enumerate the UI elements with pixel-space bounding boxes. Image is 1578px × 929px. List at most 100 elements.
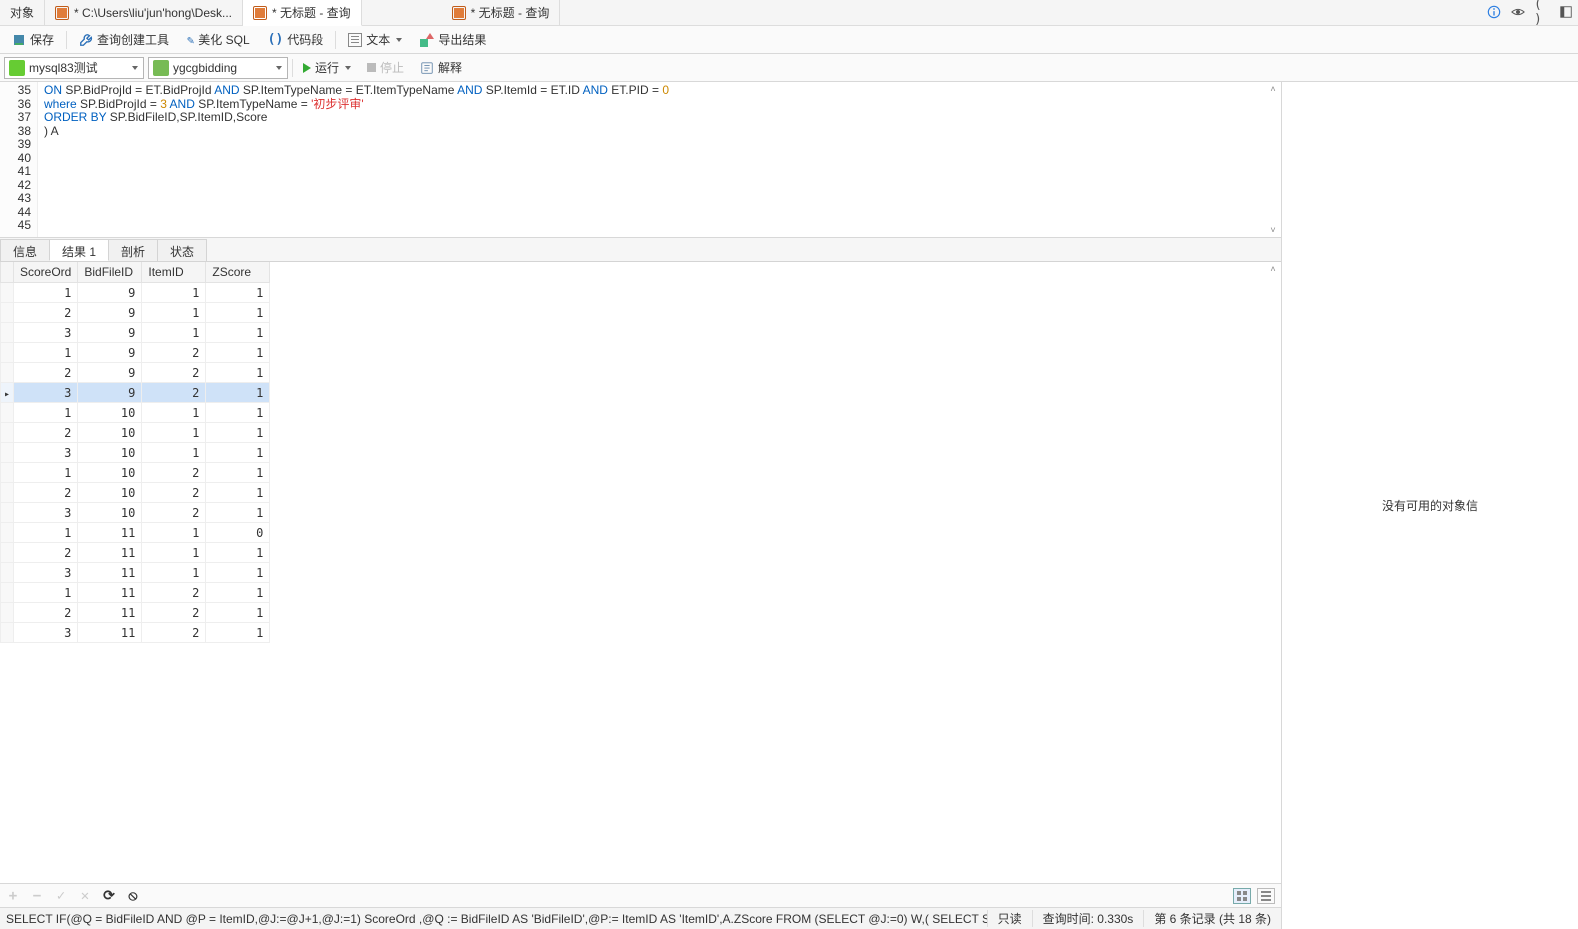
cell[interactable]: 1: [206, 343, 270, 363]
table-row[interactable]: 21011: [1, 423, 270, 443]
eye-icon[interactable]: [1510, 4, 1526, 20]
table-row[interactable]: 11121: [1, 583, 270, 603]
cell[interactable]: 2: [14, 363, 78, 383]
cell[interactable]: 3: [14, 503, 78, 523]
cell[interactable]: 2: [142, 483, 206, 503]
cell[interactable]: 11: [78, 583, 142, 603]
cell[interactable]: 3: [14, 383, 78, 403]
tab-untitled-other[interactable]: * 无标题 - 查询: [442, 0, 561, 25]
cell[interactable]: 1: [206, 583, 270, 603]
cell[interactable]: 1: [206, 363, 270, 383]
save-button[interactable]: 保存: [6, 29, 60, 50]
row-header[interactable]: [1, 543, 14, 563]
cell[interactable]: 11: [78, 543, 142, 563]
scroll-up-icon[interactable]: ˄: [1268, 264, 1278, 274]
editor-scrollbar[interactable]: ˄ ˅: [1265, 82, 1281, 237]
cell[interactable]: 9: [78, 343, 142, 363]
cell[interactable]: 10: [78, 463, 142, 483]
cell[interactable]: 1: [206, 303, 270, 323]
table-row[interactable]: 3911: [1, 323, 270, 343]
row-header[interactable]: [1, 443, 14, 463]
tab-untitled-active[interactable]: * 无标题 - 查询: [243, 0, 362, 26]
row-header[interactable]: [1, 463, 14, 483]
refresh-button[interactable]: ⟳: [102, 889, 116, 903]
row-header[interactable]: [1, 303, 14, 323]
cell[interactable]: 10: [78, 403, 142, 423]
delete-row-button[interactable]: −: [30, 889, 44, 903]
row-header[interactable]: [1, 623, 14, 643]
cell[interactable]: 1: [206, 623, 270, 643]
row-header[interactable]: [1, 283, 14, 303]
tab-result1[interactable]: 结果 1: [49, 239, 109, 261]
cell[interactable]: 3: [14, 563, 78, 583]
cell[interactable]: 1: [206, 423, 270, 443]
cell[interactable]: 1: [142, 543, 206, 563]
cell[interactable]: 2: [142, 383, 206, 403]
cell[interactable]: 3: [14, 323, 78, 343]
row-header[interactable]: [1, 343, 14, 363]
cell[interactable]: 1: [142, 443, 206, 463]
cell[interactable]: 10: [78, 503, 142, 523]
cell[interactable]: 1: [14, 463, 78, 483]
cell[interactable]: 1: [206, 283, 270, 303]
grid-view-button[interactable]: [1233, 888, 1251, 904]
tab-file[interactable]: * C:\Users\liu'jun'hong\Desk...: [45, 0, 243, 25]
row-header[interactable]: [1, 423, 14, 443]
scroll-up-icon[interactable]: ˄: [1268, 84, 1278, 94]
result-grid[interactable]: ScoreOrdBidFileIDItemIDZScore19112911391…: [0, 262, 1265, 883]
row-header[interactable]: [1, 583, 14, 603]
row-header[interactable]: [1, 323, 14, 343]
cell[interactable]: 1: [206, 503, 270, 523]
cell[interactable]: 2: [14, 543, 78, 563]
cell[interactable]: 2: [14, 603, 78, 623]
cell[interactable]: 2: [142, 583, 206, 603]
parens-icon[interactable]: ( ): [1534, 4, 1550, 20]
tab-info[interactable]: 信息: [0, 239, 50, 261]
cell[interactable]: 1: [142, 303, 206, 323]
stop-button[interactable]: ⦸: [126, 889, 140, 903]
stop-button[interactable]: 停止: [361, 57, 410, 78]
sql-editor[interactable]: 3536373839404142434445 ON SP.BidProjId =…: [0, 82, 1281, 238]
cell[interactable]: 1: [206, 323, 270, 343]
cell[interactable]: 11: [78, 603, 142, 623]
cell[interactable]: 2: [142, 623, 206, 643]
cell[interactable]: 1: [14, 523, 78, 543]
cell[interactable]: 1: [14, 283, 78, 303]
sidebar-toggle-icon[interactable]: [1558, 4, 1574, 20]
cell[interactable]: 1: [206, 383, 270, 403]
table-row[interactable]: 21021: [1, 483, 270, 503]
cell[interactable]: 11: [78, 563, 142, 583]
cell[interactable]: 1: [206, 403, 270, 423]
cell[interactable]: 1: [206, 443, 270, 463]
table-row[interactable]: 3921: [1, 383, 270, 403]
row-header[interactable]: [1, 503, 14, 523]
export-button[interactable]: 导出结果: [414, 29, 492, 50]
tab-profile[interactable]: 剖析: [108, 239, 158, 261]
table-row[interactable]: 21121: [1, 603, 270, 623]
scroll-down-icon[interactable]: ˅: [1268, 225, 1278, 235]
cell[interactable]: 1: [206, 563, 270, 583]
form-view-button[interactable]: [1257, 888, 1275, 904]
table-row[interactable]: 2921: [1, 363, 270, 383]
grid-scrollbar[interactable]: ˄: [1265, 262, 1281, 883]
row-header[interactable]: [1, 403, 14, 423]
row-header[interactable]: [1, 483, 14, 503]
cell[interactable]: 3: [14, 443, 78, 463]
cell[interactable]: 2: [142, 603, 206, 623]
cell[interactable]: 1: [14, 343, 78, 363]
cancel-button[interactable]: ✕: [78, 889, 92, 903]
cell[interactable]: 2: [14, 483, 78, 503]
row-header[interactable]: [1, 363, 14, 383]
snippet-button[interactable]: () 代码段: [262, 29, 330, 50]
column-header[interactable]: ItemID: [142, 262, 206, 283]
row-header[interactable]: [1, 523, 14, 543]
cell[interactable]: 9: [78, 383, 142, 403]
table-row[interactable]: 21111: [1, 543, 270, 563]
tab-objects[interactable]: 对象: [0, 0, 45, 25]
add-row-button[interactable]: +: [6, 889, 20, 903]
cell[interactable]: 11: [78, 523, 142, 543]
info-icon[interactable]: [1486, 4, 1502, 20]
cell[interactable]: 1: [206, 543, 270, 563]
cell[interactable]: 1: [206, 483, 270, 503]
cell[interactable]: 2: [142, 343, 206, 363]
